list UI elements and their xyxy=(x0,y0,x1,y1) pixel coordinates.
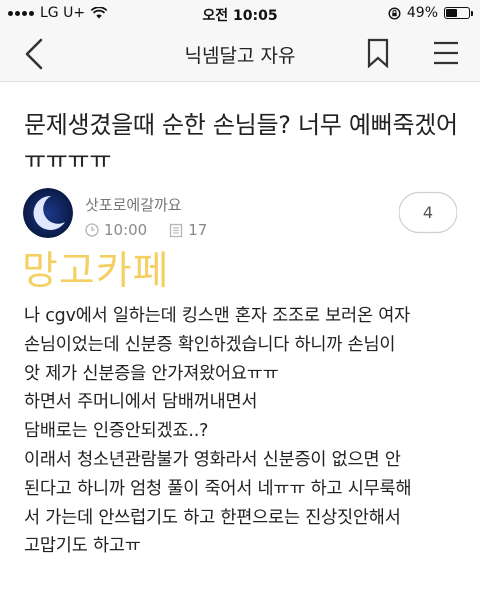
navigation-bar: 닉넴달고 자유 xyxy=(0,26,480,82)
status-right: 49% xyxy=(388,5,473,21)
comment-count[interactable]: 4 xyxy=(399,203,457,222)
bookmark-icon[interactable] xyxy=(365,38,391,68)
battery-level xyxy=(446,9,457,17)
body-line: 담배로는 인증안되겠죠..? xyxy=(24,421,209,442)
board-title: 닉넴달고 자유 xyxy=(184,45,296,67)
post-title: 문제생겼을때 순한 손님들? 너무 예뻐죽겠어ㅠㅠㅠㅠ xyxy=(24,111,458,174)
body-line: 서 가는데 안쓰럽기도 하고 한편으로는 진상짓안해서 xyxy=(24,507,401,528)
post-body: 나 cgv에서 일하는데 킹스맨 혼자 조조로 보러온 여자손님이었는데 신분증… xyxy=(24,302,474,561)
watermark: 망고카페 xyxy=(22,249,170,294)
battery-percent: 49% xyxy=(406,5,438,21)
author-name[interactable]: 삿포로에갈까요 xyxy=(85,194,182,215)
views-icon xyxy=(170,223,183,237)
body-line: 손님이었는데 신분증 확인하겠습니다 하니까 손님이 xyxy=(24,334,396,355)
post-time: 10:00 xyxy=(104,221,148,239)
body-line: 이래서 청소년관람불가 영화라서 신분증이 없으면 안 xyxy=(24,449,401,470)
post-meta: 10:00 17 xyxy=(85,221,207,239)
menu-icon[interactable] xyxy=(433,40,459,66)
body-line: 된다고 하니까 엄청 풀이 죽어서 네ㅠㅠ 하고 시무룩해 xyxy=(24,478,412,499)
avatar[interactable] xyxy=(23,188,73,238)
battery-icon xyxy=(444,7,473,19)
view-count: 17 xyxy=(188,221,208,239)
body-line: 고맙기도 하고ㅠ xyxy=(24,536,141,557)
clock-icon xyxy=(85,223,99,237)
rotation-lock-icon xyxy=(388,6,401,20)
body-line: 앗 제가 신분증을 안가져왔어요ㅠㅠ xyxy=(24,363,279,384)
status-bar: LG U+ 오전 10:05 49% xyxy=(0,0,480,26)
body-line: 나 cgv에서 일하는데 킹스맨 혼자 조조로 보러온 여자 xyxy=(24,306,411,326)
body-line: 하면서 주머니에서 담배꺼내면서 xyxy=(24,392,258,413)
moon-avatar-icon xyxy=(23,188,73,238)
